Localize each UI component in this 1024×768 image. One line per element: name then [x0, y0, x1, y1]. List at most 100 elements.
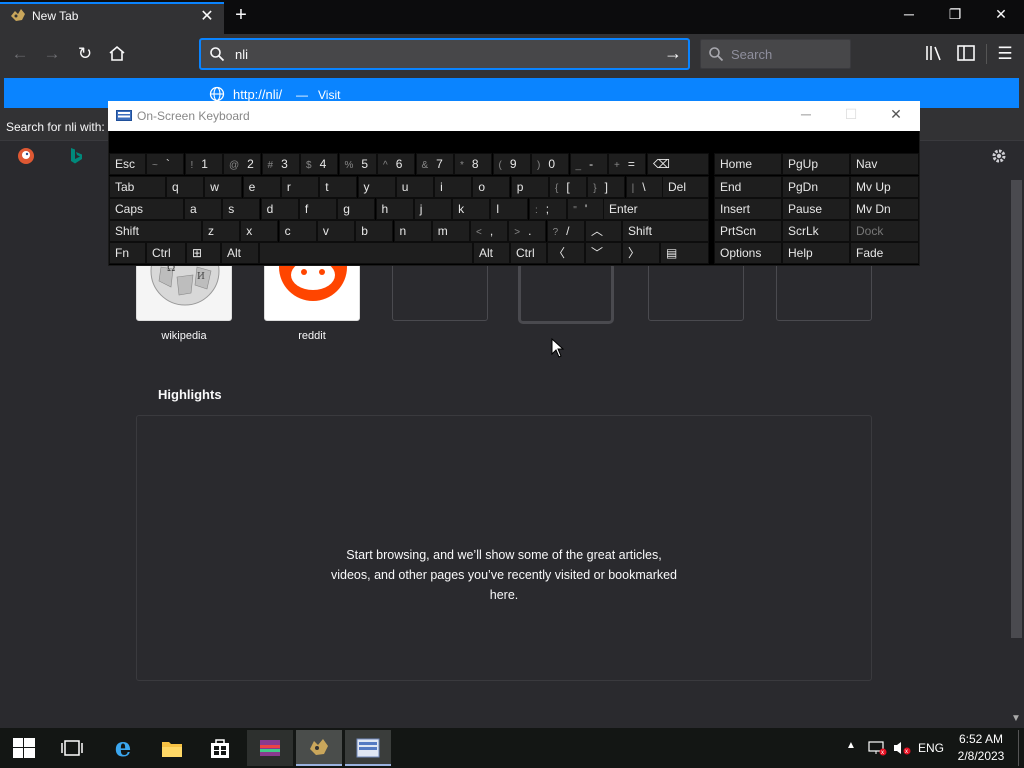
scrollbar-thumb[interactable] [1011, 180, 1022, 638]
key-pause[interactable]: Pause [782, 198, 850, 220]
duckduckgo-icon[interactable] [17, 147, 35, 165]
key-arrow-up[interactable]: ︿ [585, 220, 622, 242]
osk-minimize-icon[interactable]: ─ [796, 106, 816, 122]
key-windows[interactable]: ⊞ [186, 242, 221, 264]
key-end[interactable]: End [714, 176, 782, 198]
key-t[interactable]: t [319, 176, 358, 198]
key-f[interactable]: f [298, 198, 337, 220]
key-bracket-1[interactable]: }] [587, 176, 626, 198]
key-num-0[interactable]: ~ ` [146, 153, 184, 175]
go-arrow-icon[interactable]: → [664, 43, 682, 64]
key-shift-right[interactable]: Shift [622, 220, 709, 242]
top-site-tile-reddit[interactable] [264, 257, 360, 321]
restore-icon[interactable]: ❐ [932, 6, 978, 23]
top-site-tile-empty[interactable] [392, 262, 488, 321]
key-d[interactable]: d [260, 198, 299, 220]
minimize-icon[interactable]: ─ [886, 6, 932, 22]
key-ctrl-left[interactable]: Ctrl [146, 242, 186, 264]
key-m[interactable]: m [431, 220, 470, 242]
key-del[interactable]: Del [662, 176, 709, 198]
key-caps[interactable]: Caps [109, 198, 184, 220]
key-o[interactable]: o [472, 176, 511, 198]
url-input[interactable]: nli [235, 47, 248, 62]
back-icon[interactable]: ← [8, 42, 32, 66]
key-shift-left[interactable]: Shift [109, 220, 202, 242]
key-dock[interactable]: Dock [850, 220, 919, 242]
key-enter[interactable]: Enter [603, 198, 709, 220]
taskbar-app-firefox[interactable] [296, 730, 342, 766]
windows-start-icon[interactable] [13, 738, 35, 758]
store-icon[interactable] [209, 737, 231, 759]
search-bar[interactable]: Search [700, 39, 851, 69]
key-mvup[interactable]: Mv Up [850, 176, 919, 198]
key-num-6[interactable]: ^ 6 [377, 153, 415, 175]
clock-time[interactable]: 6:52 AM [956, 732, 1006, 746]
key-x[interactable]: x [240, 220, 279, 242]
key-num-7[interactable]: & 7 [415, 153, 454, 175]
key-u[interactable]: u [395, 176, 434, 198]
key-num-3[interactable]: #3 [261, 153, 300, 175]
key-punct-1[interactable]: " ' [567, 198, 606, 220]
key-arrow-down[interactable]: ﹀ [585, 242, 622, 264]
key-num-2[interactable]: @2 [223, 153, 261, 175]
close-window-icon[interactable]: ✕ [978, 6, 1024, 23]
key-b[interactable]: b [355, 220, 394, 242]
key-help[interactable]: Help [782, 242, 850, 264]
scroll-down-arrow-icon[interactable]: ▼ [1011, 713, 1021, 724]
key-punct-0[interactable]: :; [529, 198, 567, 220]
key-alt-right[interactable]: Alt [473, 242, 510, 264]
hamburger-menu-icon[interactable]: ☰ [993, 42, 1017, 66]
key-prtscn[interactable]: PrtScn [714, 220, 782, 242]
key-space[interactable] [259, 242, 473, 264]
reload-icon[interactable]: ↻ [73, 42, 97, 66]
key-num-10[interactable]: ) 0 [531, 153, 569, 175]
key-punct-z-0[interactable]: <, [470, 220, 508, 242]
bing-icon[interactable] [68, 147, 84, 165]
internet-explorer-icon[interactable]: e [100, 730, 146, 766]
key-num-8[interactable]: * 8 [454, 153, 492, 175]
key-scrlk[interactable]: ScrLk [782, 220, 850, 242]
search-settings-gear-icon[interactable] [990, 147, 1008, 165]
key-num-1[interactable]: ! 1 [184, 153, 223, 175]
key-v[interactable]: v [316, 220, 355, 242]
key-menu[interactable]: ▤ [660, 242, 709, 264]
key-e[interactable]: e [242, 176, 281, 198]
top-site-tile-wikipedia[interactable]: Ω И [136, 257, 232, 321]
volume-muted-icon[interactable]: x [892, 740, 912, 756]
key-mvdn[interactable]: Mv Dn [850, 198, 919, 220]
key-z[interactable]: z [202, 220, 240, 242]
key-options[interactable]: Options [714, 242, 782, 264]
key-alt-left[interactable]: Alt [221, 242, 259, 264]
new-tab-plus-icon[interactable]: + [232, 4, 250, 27]
key-punct-z-2[interactable]: ? / [546, 220, 585, 242]
language-indicator[interactable]: ENG [918, 741, 944, 755]
forward-icon[interactable]: → [40, 42, 64, 66]
key-insert[interactable]: Insert [714, 198, 782, 220]
key-backspace[interactable]: ⌫ [647, 153, 709, 175]
top-site-tile-empty[interactable] [776, 262, 872, 321]
key-arrow-right[interactable]: 〉 [622, 242, 660, 264]
key-a[interactable]: a [184, 198, 222, 220]
key-esc[interactable]: Esc [109, 153, 146, 175]
network-icon[interactable]: x [867, 740, 887, 756]
key-num-11[interactable]: _ - [569, 153, 608, 175]
taskbar-app-winrar[interactable] [247, 730, 293, 766]
key-r[interactable]: r [280, 176, 319, 198]
file-explorer-icon[interactable] [161, 738, 183, 758]
tab-close-icon[interactable]: ✕ [198, 6, 216, 26]
key-pgdn[interactable]: PgDn [782, 176, 850, 198]
key-i[interactable]: i [434, 176, 473, 198]
key-fn[interactable]: Fn [109, 242, 146, 264]
key-home[interactable]: Home [714, 153, 782, 175]
key-ctrl-right[interactable]: Ctrl [510, 242, 547, 264]
home-icon[interactable] [108, 45, 126, 62]
task-view-icon[interactable] [61, 739, 83, 757]
key-num-5[interactable]: % 5 [338, 153, 377, 175]
key-pgup[interactable]: PgUp [782, 153, 850, 175]
sidebar-icon[interactable] [957, 45, 975, 61]
key-p[interactable]: p [510, 176, 549, 198]
key-punct-z-1[interactable]: >. [508, 220, 547, 242]
key-h[interactable]: h [375, 198, 414, 220]
key-num-12[interactable]: + = [608, 153, 646, 175]
show-hidden-icons-icon[interactable]: ▲ [846, 740, 856, 751]
